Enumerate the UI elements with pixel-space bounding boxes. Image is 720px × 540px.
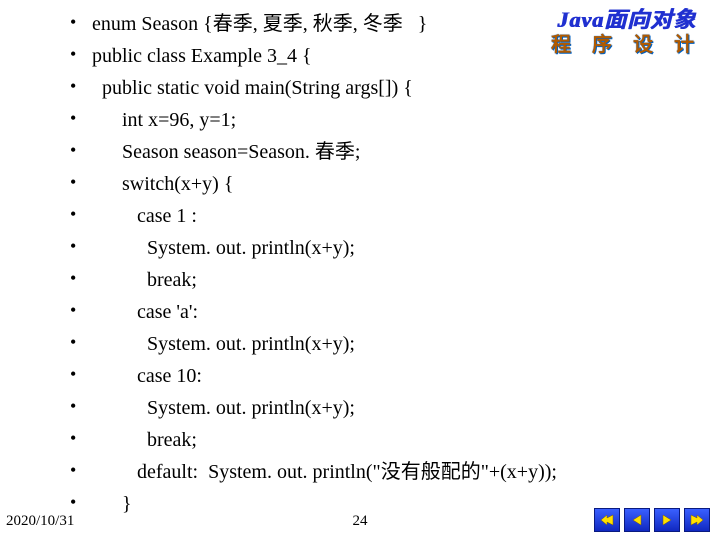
prev-icon: [630, 513, 644, 527]
code-block: enum Season {春季, 夏季, 秋季, 冬季 } public cla…: [70, 8, 590, 520]
code-line: System. out. println(x+y);: [70, 232, 590, 264]
first-icon: [600, 513, 614, 527]
code-line: Season season=Season. 春季;: [70, 136, 590, 168]
code-line: enum Season {春季, 夏季, 秋季, 冬季 }: [70, 8, 590, 40]
code-line: public class Example 3_4 {: [70, 40, 590, 72]
code-line: int x=96, y=1;: [70, 104, 590, 136]
code-line: public static void main(String args[]) {: [70, 72, 590, 104]
slide: Java面向对象 程 序 设 计 enum Season {春季, 夏季, 秋季…: [0, 0, 720, 540]
nav-first-button[interactable]: [594, 508, 620, 532]
code-line: default: System. out. println("没有般配的"+(x…: [70, 456, 590, 488]
code-line: break;: [70, 424, 590, 456]
code-line: System. out. println(x+y);: [70, 392, 590, 424]
code-line: break;: [70, 264, 590, 296]
nav-prev-button[interactable]: [624, 508, 650, 532]
code-line: case 1 :: [70, 200, 590, 232]
last-icon: [690, 513, 704, 527]
code-line: switch(x+y) {: [70, 168, 590, 200]
code-line: case 10:: [70, 360, 590, 392]
code-line: case 'a':: [70, 296, 590, 328]
nav-last-button[interactable]: [684, 508, 710, 532]
nav-controls: [594, 508, 710, 532]
code-line: System. out. println(x+y);: [70, 328, 590, 360]
nav-next-button[interactable]: [654, 508, 680, 532]
next-icon: [660, 513, 674, 527]
